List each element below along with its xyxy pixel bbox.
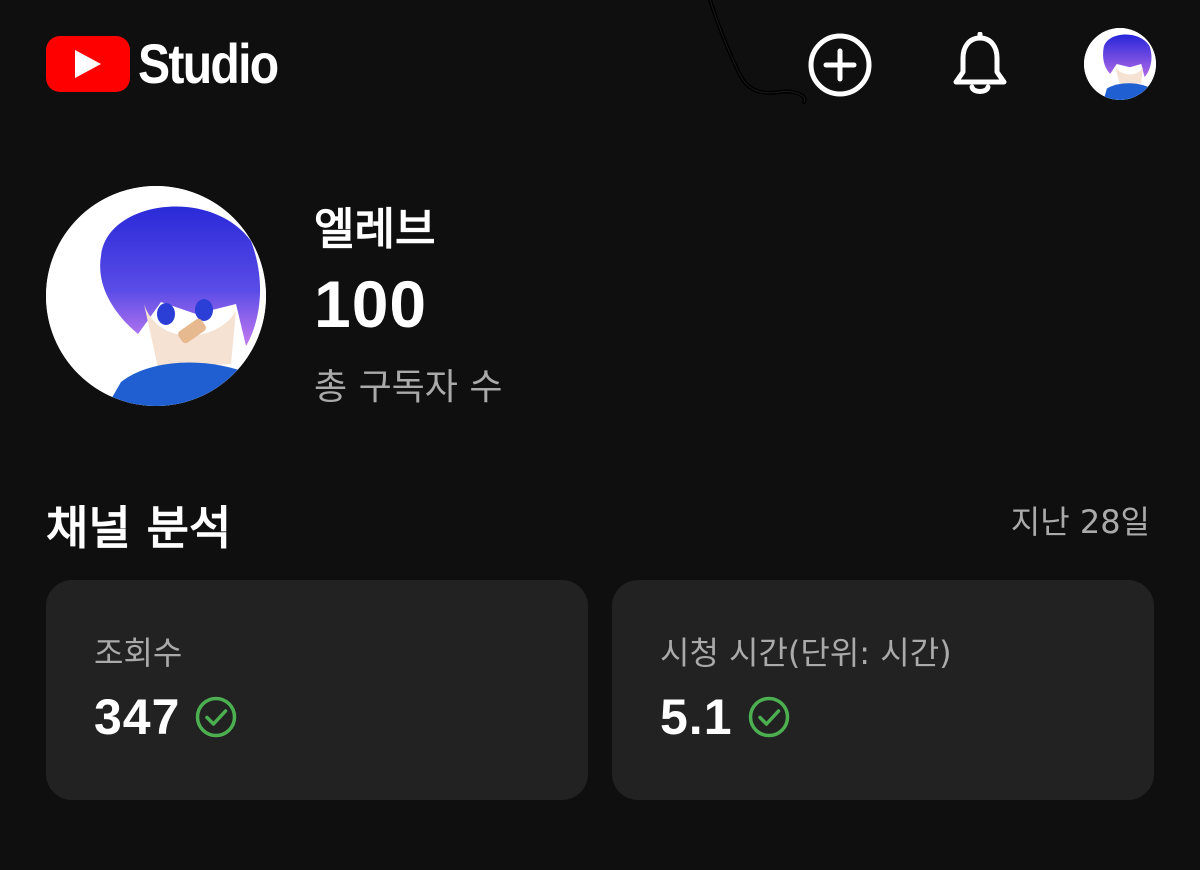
check-circle-icon xyxy=(194,695,238,739)
channel-avatar[interactable] xyxy=(46,186,266,406)
bell-icon xyxy=(953,32,1007,94)
watch-time-label: 시청 시간(단위: 시간) xyxy=(660,634,952,672)
views-value-row: 347 xyxy=(94,692,238,742)
hand-drawn-scribble xyxy=(708,0,807,104)
views-card[interactable]: 조회수 347 xyxy=(46,580,588,800)
channel-name: 엘레브 xyxy=(314,204,436,255)
youtube-studio-logo[interactable]: Studio xyxy=(46,36,300,92)
create-button[interactable] xyxy=(806,31,874,99)
logo-text: Studio xyxy=(138,32,279,95)
youtube-play-icon xyxy=(46,36,130,92)
studio-dashboard: Studio 엘레브 100 총 구독자 수 채널 분석 지난 28일 조회수 … xyxy=(0,0,1200,870)
app-header: Studio xyxy=(0,0,1200,140)
notifications-button[interactable] xyxy=(946,31,1014,99)
check-circle-icon xyxy=(747,695,791,739)
channel-analytics-title: 채널 분석 xyxy=(46,501,232,555)
subscriber-label: 총 구독자 수 xyxy=(314,367,503,408)
account-avatar[interactable] xyxy=(1084,28,1156,100)
watch-time-value: 5.1 xyxy=(660,689,733,745)
views-label: 조회수 xyxy=(94,634,183,672)
views-value: 347 xyxy=(94,689,181,745)
create-icon xyxy=(808,33,872,97)
watch-time-card[interactable]: 시청 시간(단위: 시간) 5.1 xyxy=(612,580,1154,800)
subscriber-count: 100 xyxy=(314,267,428,341)
analytics-period[interactable]: 지난 28일 xyxy=(1011,497,1150,543)
watch-time-value-row: 5.1 xyxy=(660,692,791,742)
